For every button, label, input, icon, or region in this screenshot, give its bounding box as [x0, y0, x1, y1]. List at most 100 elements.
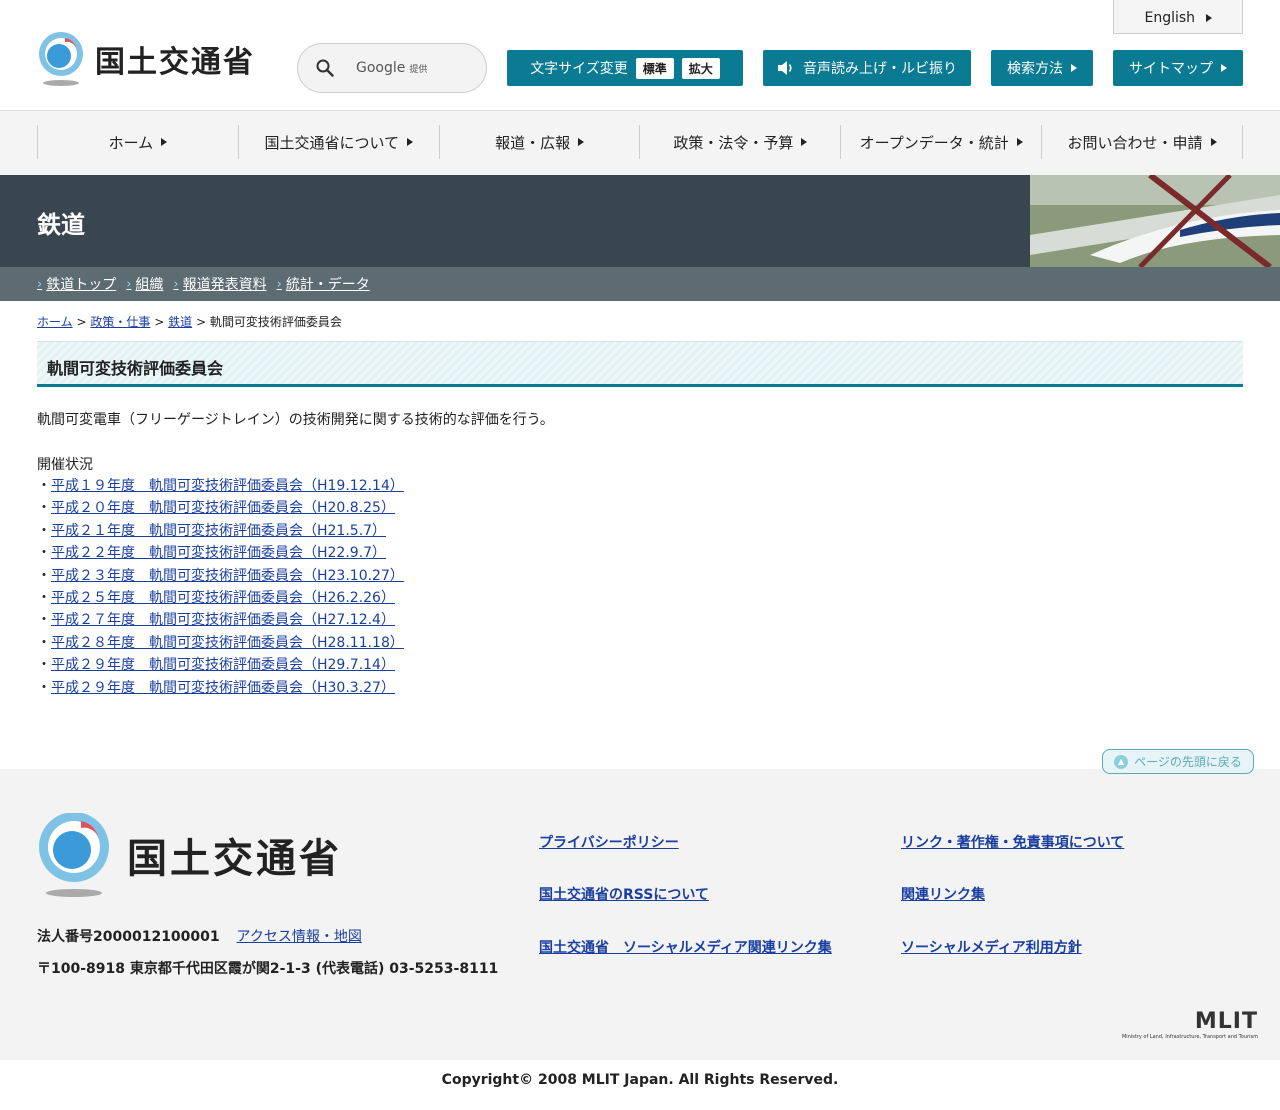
- list-item: ・平成２７年度 軌間可変技術評価委員会（H27.12.4）: [37, 610, 404, 632]
- font-size-large-button[interactable]: 拡大: [681, 57, 720, 79]
- arrow-up-icon: ▲: [1114, 754, 1129, 769]
- meeting-link[interactable]: 平成２９年度 軌間可変技術評価委員会（H30.3.27）: [51, 680, 395, 696]
- breadcrumb-separator: >: [195, 315, 206, 329]
- arrow-right-icon: [407, 138, 414, 146]
- search-input[interactable]: Google 提供: [297, 43, 487, 93]
- gnav-label: お問い合わせ・申請: [1067, 133, 1203, 152]
- status-heading: 開催状況: [37, 457, 93, 473]
- list-item: ・平成２９年度 軌間可変技術評価委員会（H30.3.27）: [37, 678, 404, 700]
- site-logo[interactable]: 国土交通省: [37, 32, 255, 86]
- bullet: ・: [37, 567, 51, 584]
- meeting-link[interactable]: 平成２２年度 軌間可変技術評価委員会（H22.9.7）: [51, 545, 386, 561]
- corp-info: 法人番号2000012100001 アクセス情報・地図: [37, 926, 362, 946]
- back-to-top-button[interactable]: ▲ ページの先頭に戻る: [1102, 749, 1254, 774]
- bullet: ・: [37, 679, 51, 696]
- access-link[interactable]: アクセス情報・地図: [237, 929, 362, 945]
- list-item: ・平成２０年度 軌間可変技術評価委員会（H20.8.25）: [37, 498, 404, 520]
- speech-label: 音声読み上げ・ルビ振り: [803, 61, 957, 77]
- gnav-item-policy[interactable]: 政策・法令・予算: [640, 125, 842, 159]
- subnav-label: 組織: [135, 277, 164, 293]
- page-description: 軌間可変電車（フリーゲージトレイン）の技術開発に関する技術的な評価を行う。: [37, 412, 554, 428]
- mlit-logo-icon: [39, 813, 109, 897]
- font-size-label: 文字サイズ変更: [530, 61, 628, 77]
- meeting-link[interactable]: 平成１９年度 軌間可変技術評価委員会（H19.12.14）: [51, 478, 404, 494]
- list-item: ・平成２５年度 軌間可変技術評価委員会（H26.2.26）: [37, 588, 404, 610]
- speaker-icon: [778, 61, 792, 75]
- meeting-link[interactable]: 平成２８年度 軌間可変技術評価委員会（H28.11.18）: [51, 635, 404, 651]
- chevron-right-icon: ›: [37, 276, 43, 292]
- subnav-rail-top[interactable]: › 鉄道トップ: [37, 274, 116, 294]
- meeting-link[interactable]: 平成２９年度 軌間可変技術評価委員会（H29.7.14）: [51, 657, 395, 673]
- arrow-right-icon: [1016, 138, 1023, 146]
- subnav-organization[interactable]: › 組織: [126, 274, 163, 294]
- site-header: 国土交通省 English Google 提供 文字サイズ変更 標準 拡大 音声読…: [0, 0, 1280, 111]
- bullet: ・: [37, 500, 51, 517]
- address: 〒100-8918 東京都千代田区霞が関2-1-3 (代表電話) 03-5253…: [37, 961, 499, 977]
- arrow-right-icon: [161, 138, 168, 146]
- meeting-link[interactable]: 平成２７年度 軌間可変技術評価委員会（H27.12.4）: [51, 612, 395, 628]
- sitemap-button[interactable]: サイトマップ: [1113, 50, 1243, 86]
- mlit-logo-icon: [37, 32, 85, 86]
- global-nav: ホーム 国土交通省について 報道・広報 政策・法令・予算 オープンデータ・統計 …: [0, 111, 1280, 175]
- english-label: English: [1144, 10, 1196, 26]
- breadcrumb-home[interactable]: ホーム: [37, 315, 73, 329]
- gnav-item-opendata[interactable]: オープンデータ・統計: [841, 125, 1043, 159]
- meeting-list: ・平成１９年度 軌間可変技術評価委員会（H19.12.14） ・平成２０年度 軌…: [37, 476, 404, 700]
- gnav-item-home[interactable]: ホーム: [38, 125, 239, 159]
- social-policy-link[interactable]: ソーシャルメディア利用方針: [901, 937, 1082, 957]
- mlit-wordmark: MLIT Ministry of Land, Infrastructure, T…: [1102, 1009, 1258, 1040]
- arrow-right-icon: [1071, 64, 1077, 72]
- search-icon: [316, 59, 334, 77]
- meeting-link[interactable]: 平成２５年度 軌間可変技術評価委員会（H26.2.26）: [51, 590, 395, 606]
- page-title-box: 軌間可変技術評価委員会: [37, 341, 1243, 387]
- english-button[interactable]: English: [1113, 0, 1243, 34]
- list-item: ・平成２８年度 軌間可変技術評価委員会（H28.11.18）: [37, 633, 404, 655]
- section-banner: 鉄道: [0, 175, 1280, 267]
- rss-link[interactable]: 国土交通省のRSSについて: [539, 884, 709, 904]
- chevron-right-icon: ›: [126, 276, 132, 292]
- gnav-item-contact[interactable]: お問い合わせ・申請: [1042, 125, 1243, 159]
- search-method-button[interactable]: 検索方法: [991, 50, 1093, 86]
- breadcrumb-rail[interactable]: 鉄道: [168, 315, 192, 329]
- gnav-item-press[interactable]: 報道・広報: [440, 125, 641, 159]
- search-method-label: 検索方法: [1007, 61, 1063, 77]
- breadcrumb-policy[interactable]: 政策・仕事: [90, 315, 150, 329]
- font-size-standard-button[interactable]: 標準: [635, 57, 674, 79]
- meeting-link[interactable]: 平成２０年度 軌間可変技術評価委員会（H20.8.25）: [51, 500, 395, 516]
- copyright-link[interactable]: リンク・著作権・免責事項について: [901, 832, 1124, 852]
- social-links-link[interactable]: 国土交通省 ソーシャルメディア関連リンク集: [539, 937, 832, 957]
- list-item: ・平成２１年度 軌間可変技術評価委員会（H21.5.7）: [37, 521, 404, 543]
- arrow-right-icon: [1210, 138, 1217, 146]
- mlit-wordmark-text: MLIT: [1194, 1009, 1258, 1034]
- footer-logo[interactable]: 国土交通省: [37, 813, 342, 897]
- arrow-right-icon: [801, 138, 808, 146]
- arrow-right-icon: [578, 138, 585, 146]
- gnav-label: 政策・法令・予算: [673, 133, 794, 152]
- arrow-right-icon: [1221, 64, 1227, 72]
- mlit-wordmark-sub: Ministry of Land, Infrastructure, Transp…: [1121, 1034, 1258, 1040]
- subnav-label: 鉄道トップ: [46, 277, 117, 293]
- logo-text: 国土交通省: [95, 45, 255, 80]
- bullet: ・: [37, 634, 51, 651]
- gnav-label: ホーム: [108, 133, 154, 152]
- chevron-right-icon: ›: [276, 276, 282, 292]
- site-footer: 国土交通省 法人番号2000012100001 アクセス情報・地図 〒100-8…: [0, 769, 1280, 1060]
- speech-button[interactable]: 音声読み上げ・ルビ振り: [763, 50, 971, 86]
- privacy-link[interactable]: プライバシーポリシー: [539, 832, 679, 852]
- subnav-press[interactable]: › 報道発表資料: [173, 274, 266, 294]
- related-links-link[interactable]: 関連リンク集: [901, 884, 985, 904]
- subnav-label: 報道発表資料: [182, 277, 267, 293]
- bullet: ・: [37, 522, 51, 539]
- gnav-label: 報道・広報: [495, 133, 571, 152]
- search-brand: Google: [356, 60, 406, 76]
- bullet: ・: [37, 545, 51, 562]
- gnav-item-about[interactable]: 国土交通省について: [239, 125, 440, 159]
- meeting-link[interactable]: 平成２１年度 軌間可変技術評価委員会（H21.5.7）: [51, 523, 386, 539]
- font-size-control: 文字サイズ変更 標準 拡大: [507, 50, 743, 86]
- page-title: 軌間可変技術評価委員会: [47, 359, 224, 378]
- subnav-statistics[interactable]: › 統計・データ: [277, 274, 370, 294]
- bullet: ・: [37, 589, 51, 606]
- meeting-link[interactable]: 平成２３年度 軌間可変技術評価委員会（H23.10.27）: [51, 568, 404, 584]
- chevron-right-icon: ›: [173, 276, 179, 292]
- breadcrumb: ホーム > 政策・仕事 > 鉄道 > 軌間可変技術評価委員会: [37, 313, 342, 330]
